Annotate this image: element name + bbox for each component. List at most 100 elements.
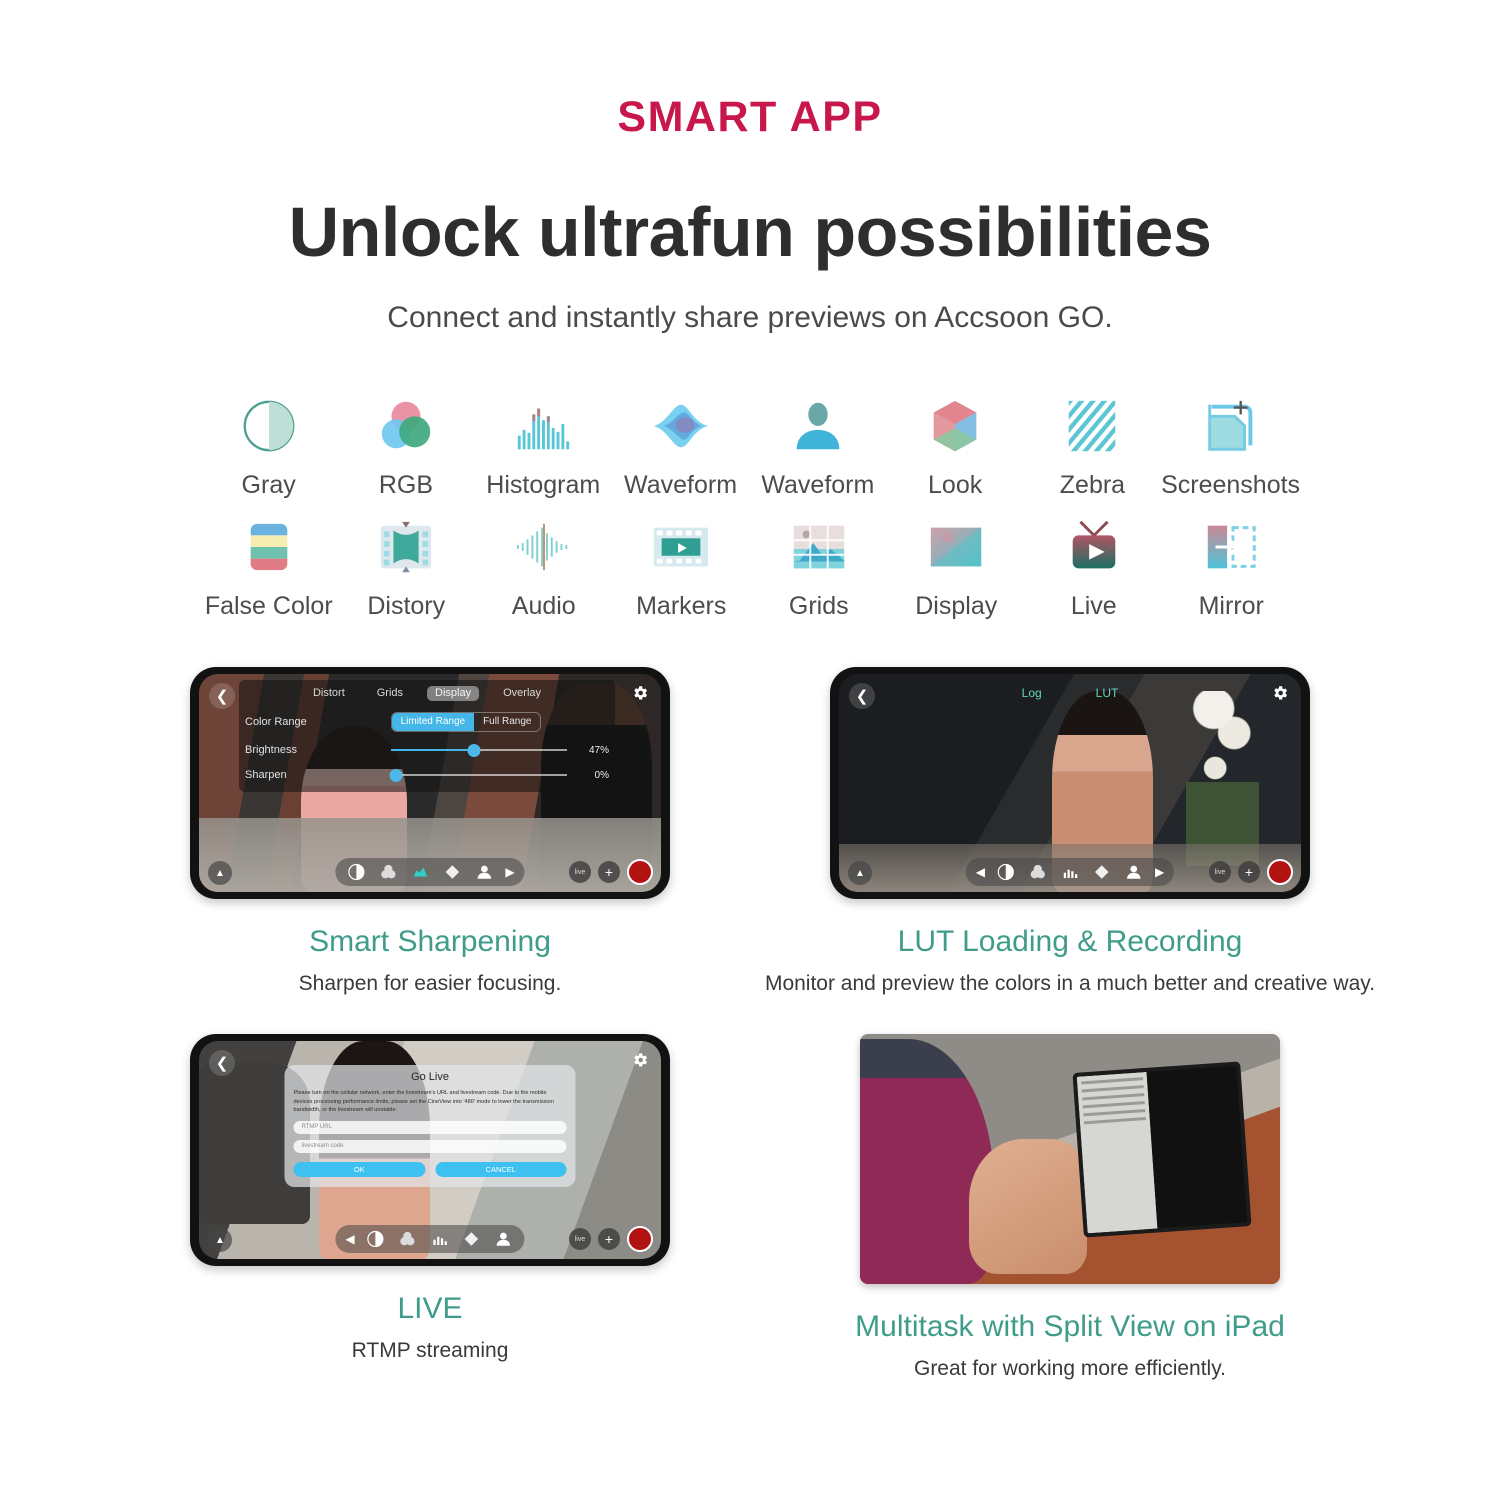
tab-distort[interactable]: Distort xyxy=(305,686,353,701)
toolbar-next-icon[interactable]: ▶ xyxy=(1155,865,1164,879)
live-badge[interactable]: live xyxy=(569,1228,591,1250)
feature-icon-false-color[interactable]: False Color xyxy=(200,516,338,619)
audio-wave-icon xyxy=(516,523,567,571)
recording-controls: live + xyxy=(569,1226,653,1252)
lut-label[interactable]: LUT xyxy=(1096,686,1119,700)
tab-overlay[interactable]: Overlay xyxy=(495,686,549,701)
cancel-button[interactable]: CANCEL xyxy=(435,1161,567,1177)
color-range-segmented[interactable]: Limited Range Full Range xyxy=(390,712,542,732)
ok-button[interactable]: OK xyxy=(293,1161,426,1177)
dialog-title: Go Live xyxy=(411,1070,449,1083)
rgb-tool-icon[interactable] xyxy=(1027,861,1049,883)
feature-icon-label: RGB xyxy=(378,471,434,499)
feature-row-2: ❮ Go Live Please turn on the cellular ne… xyxy=(120,1034,1380,1379)
dialog-buttons: OK CANCEL xyxy=(293,1161,567,1177)
feature-icon-look[interactable]: Look xyxy=(886,395,1023,498)
live-badge[interactable]: live xyxy=(569,861,591,883)
gray-tool-icon[interactable] xyxy=(345,861,367,883)
record-button[interactable] xyxy=(1267,859,1293,885)
feature-subtitle: Monitor and preview the colors in a much… xyxy=(764,972,1376,995)
display-settings-panel: Distort Grids Display Overlay Color Rang… xyxy=(239,680,615,792)
histogram-tool-icon[interactable] xyxy=(409,861,431,883)
rtmp-url-input[interactable]: RTMP URL xyxy=(293,1120,567,1134)
grids-icon xyxy=(793,525,844,569)
slider-knob[interactable] xyxy=(467,743,480,757)
feature-lut-loading: ❮ Log LUT ▲ ◀ ▶ live + LUT Loading & Rec… xyxy=(760,667,1380,994)
expand-up-icon[interactable]: ▲ xyxy=(848,861,872,885)
live-badge[interactable]: live xyxy=(1209,861,1231,883)
feature-icon-screenshots[interactable]: Screenshots xyxy=(1161,395,1300,498)
panel-tabs: Distort Grids Display Overlay xyxy=(245,686,609,701)
feature-icon-label: Audio xyxy=(511,592,576,620)
feature-icon-waveform[interactable]: Waveform xyxy=(612,395,749,498)
photo-hand xyxy=(969,1139,1087,1274)
feature-icon-label: Distory xyxy=(367,592,446,620)
feature-icon-mirror[interactable]: Mirror xyxy=(1163,516,1301,619)
feature-row-1: ❮ Distort Grids Display Overlay Color Ra… xyxy=(120,667,1380,994)
feature-icon-markers[interactable]: Markers xyxy=(613,516,751,619)
add-icon[interactable]: + xyxy=(598,861,620,883)
feature-icon-rgb[interactable]: RGB xyxy=(337,395,474,498)
rgb-tool-icon[interactable] xyxy=(377,861,399,883)
expand-up-icon[interactable]: ▲ xyxy=(208,1228,232,1252)
segment-full-range[interactable]: Full Range xyxy=(474,713,540,731)
toolbar-prev-icon[interactable]: ◀ xyxy=(976,865,985,879)
segment-limited-range[interactable]: Limited Range xyxy=(391,713,475,731)
feature-icon-grids[interactable]: Grids xyxy=(750,516,888,619)
rgb-tool-icon[interactable] xyxy=(397,1228,419,1250)
tab-grids[interactable]: Grids xyxy=(369,686,411,701)
feature-icon-row-1: Gray RGB Histogram Waveform Waveform Loo… xyxy=(200,395,1300,498)
record-button[interactable] xyxy=(627,859,653,885)
feature-split-view: Multitask with Split View on iPad Great … xyxy=(760,1034,1380,1379)
gear-icon[interactable] xyxy=(629,1049,651,1071)
slider-knob[interactable] xyxy=(389,768,403,782)
toolbar-prev-icon[interactable]: ◀ xyxy=(345,1232,354,1246)
brightness-slider[interactable] xyxy=(390,743,567,757)
screenshots-icon xyxy=(1207,400,1252,451)
feature-icon-waveform-person[interactable]: Waveform xyxy=(749,395,886,498)
livestream-code-input[interactable]: livestream code xyxy=(293,1139,567,1153)
bottom-toolbar: ◀ xyxy=(965,858,1175,886)
feature-icon-zebra[interactable]: Zebra xyxy=(1024,395,1161,498)
log-label[interactable]: Log xyxy=(1022,686,1042,700)
phone-mockup-live: ❮ Go Live Please turn on the cellular ne… xyxy=(190,1034,670,1266)
add-icon[interactable]: + xyxy=(598,1228,620,1250)
feature-icon-row-2: False Color Distory Audio Markers Grids … xyxy=(200,516,1300,619)
feature-icon-gray[interactable]: Gray xyxy=(200,395,337,498)
feature-icon-live[interactable]: Live xyxy=(1025,516,1163,619)
feature-cards: ❮ Distort Grids Display Overlay Color Ra… xyxy=(0,667,1500,1379)
gray-tool-icon[interactable] xyxy=(995,861,1017,883)
waveform-tool-icon[interactable] xyxy=(1091,861,1113,883)
add-icon[interactable]: + xyxy=(1238,861,1260,883)
back-icon[interactable]: ❮ xyxy=(209,683,235,709)
gray-tool-icon[interactable] xyxy=(365,1228,387,1250)
tab-display[interactable]: Display xyxy=(427,686,480,701)
slider-fill xyxy=(390,749,474,751)
feature-icon-display[interactable]: Display xyxy=(888,516,1026,619)
split-view-right-pane xyxy=(1147,1065,1248,1228)
feature-icon-histogram[interactable]: Histogram xyxy=(475,395,612,498)
sharpen-slider[interactable] xyxy=(389,768,567,782)
back-icon[interactable]: ❮ xyxy=(209,1050,235,1076)
mirror-icon xyxy=(1208,525,1256,569)
gear-icon[interactable] xyxy=(629,682,651,704)
feature-title: Multitask with Split View on iPad xyxy=(855,1310,1285,1343)
feature-icon-label: Display xyxy=(915,592,998,620)
person-tool-icon[interactable] xyxy=(493,1228,515,1250)
waveform-tool-icon[interactable] xyxy=(461,1228,483,1250)
person-tool-icon[interactable] xyxy=(473,861,495,883)
histogram-tool-icon[interactable] xyxy=(1059,861,1081,883)
phone-screen: ❮ Distort Grids Display Overlay Color Ra… xyxy=(199,674,661,892)
color-range-row: Color Range Limited Range Full Range xyxy=(245,712,609,732)
feature-icon-distort[interactable]: Distory xyxy=(338,516,476,619)
expand-up-icon[interactable]: ▲ xyxy=(208,861,232,885)
histogram-tool-icon[interactable] xyxy=(429,1228,451,1250)
brightness-value: 47% xyxy=(588,744,609,756)
waveform-tool-icon[interactable] xyxy=(441,861,463,883)
record-button[interactable] xyxy=(627,1226,653,1252)
ipad-device xyxy=(1072,1060,1252,1238)
person-tool-icon[interactable] xyxy=(1123,861,1145,883)
go-live-dialog: Go Live Please turn on the cellular netw… xyxy=(284,1064,576,1187)
feature-icon-audio[interactable]: Audio xyxy=(475,516,613,619)
toolbar-next-icon[interactable]: ▶ xyxy=(505,865,514,879)
